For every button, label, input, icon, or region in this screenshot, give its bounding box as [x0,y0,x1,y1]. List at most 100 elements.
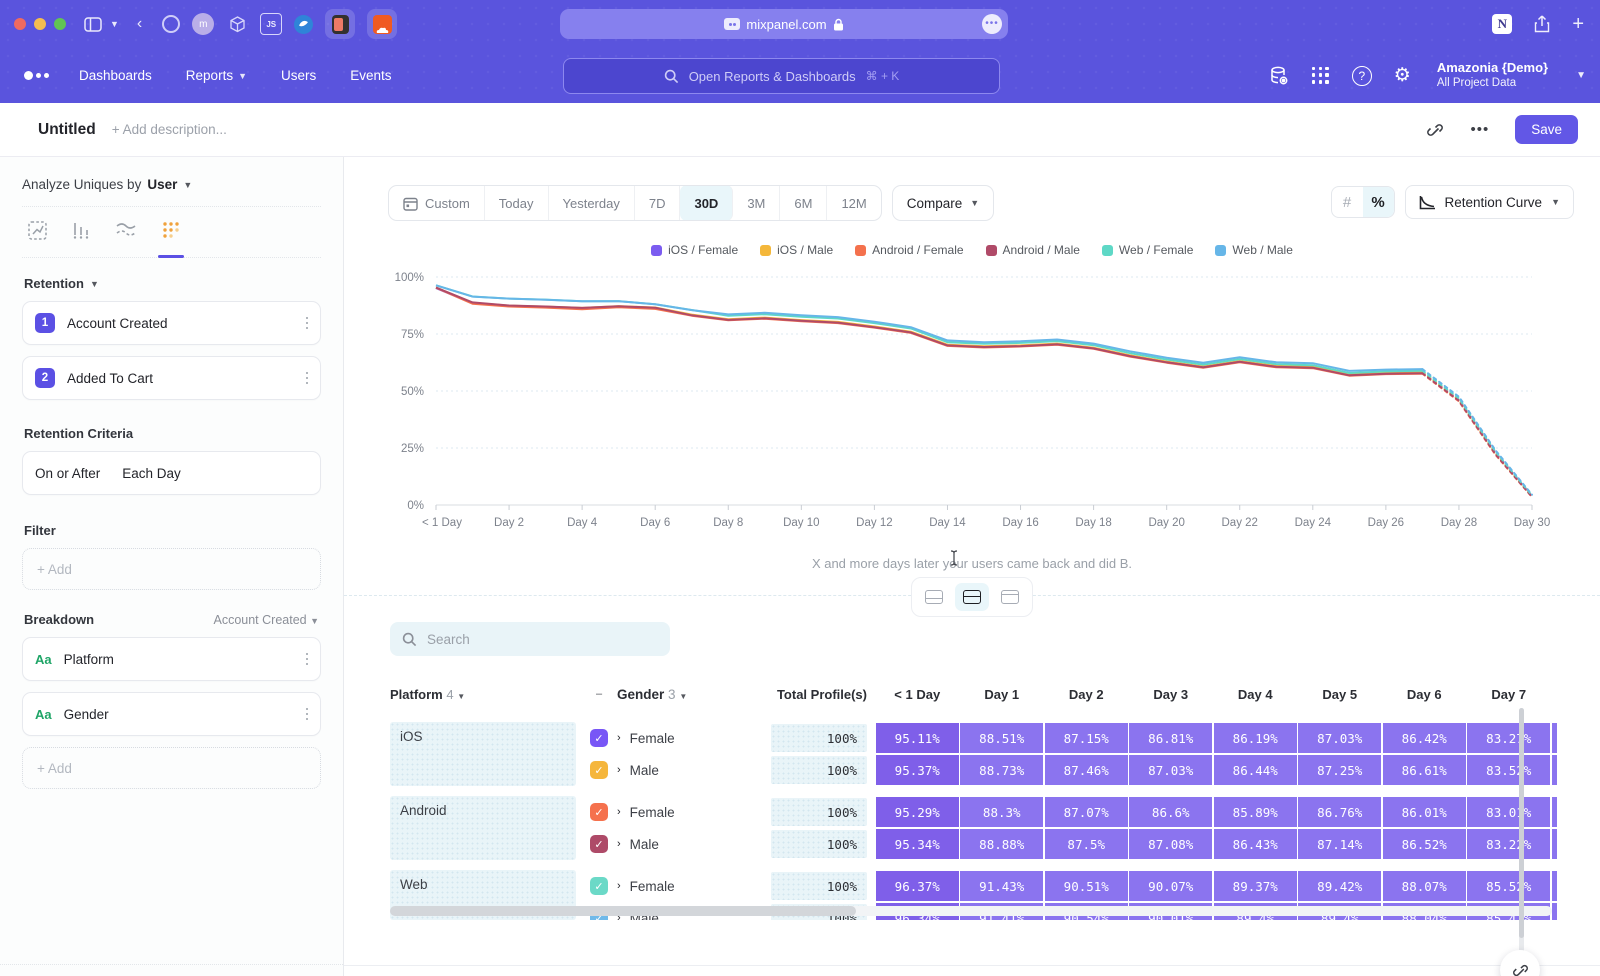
retention-value-cell[interactable]: 83.01% [1467,797,1550,827]
retention-value-cell[interactable]: 88.3% [960,797,1043,827]
vertical-scrollbar[interactable] [1519,708,1524,976]
help-icon[interactable]: ? [1352,66,1372,86]
retention-value-cell[interactable]: 95.11% [876,723,959,753]
retention-value-cell[interactable]: 87.15% [1045,723,1128,753]
retention-value-cell[interactable]: 87.08% [1129,829,1212,859]
table-only-toggle[interactable] [993,583,1027,611]
date-range-yesterday[interactable]: Yesterday [549,185,635,221]
save-button[interactable]: Save [1515,115,1578,144]
retention-value-cell[interactable]: 88.73% [960,755,1043,785]
retention-value-cell[interactable]: 87.25% [1298,755,1381,785]
legend-item[interactable]: iOS / Female [651,243,738,257]
analyze-uniques-row[interactable]: Analyze Uniques by User ▼ [22,157,321,207]
copy-link-icon[interactable] [1426,121,1444,139]
date-range-6m[interactable]: 6M [780,185,827,221]
window-controls[interactable] [14,18,66,30]
tab-funnels[interactable] [73,221,90,257]
site-settings-icon[interactable]: ••• [982,14,1002,34]
retention-value-cell[interactable]: 83.27% [1467,723,1550,753]
expand-chevron-icon[interactable]: › [617,732,621,744]
new-tab-icon[interactable]: + [1572,13,1584,36]
chart-only-toggle[interactable] [917,583,951,611]
series-checkbox[interactable]: ✓ [590,877,608,895]
retention-value-cell[interactable]: 87.07% [1045,797,1128,827]
extension-cloud-icon[interactable] [367,9,397,39]
chart-type-selector[interactable]: Retention Curve ▼ [1405,185,1574,219]
retention-value-cell[interactable]: 88.51% [960,723,1043,753]
notion-extension-icon[interactable]: N [1492,14,1512,34]
absolute-values-button[interactable]: # [1332,187,1363,217]
retention-value-cell[interactable]: 89.37% [1214,871,1297,901]
kebab-menu-icon[interactable] [306,369,309,387]
breakdown-scope-selector[interactable]: Account Created ▼ [213,613,319,627]
criteria-each-day[interactable]: Each Day [122,466,181,481]
zoom-window-button[interactable] [54,18,66,30]
retention-section-label[interactable]: Retention ▼ [24,276,319,291]
kebab-menu-icon[interactable] [306,314,309,332]
retention-step-card[interactable]: 1Account Created [22,301,321,345]
filter-add-button[interactable]: + Add [22,548,321,590]
retention-value-cell[interactable]: 86.76% [1298,797,1381,827]
legend-item[interactable]: iOS / Male [760,243,833,257]
percent-values-button[interactable]: % [1363,187,1394,217]
legend-item[interactable]: Android / Female [855,243,963,257]
extension-ring-icon[interactable] [162,15,180,33]
date-range-3m[interactable]: 3M [733,185,780,221]
breakdown-add-button[interactable]: + Add [22,747,321,789]
series-checkbox[interactable]: ✓ [590,803,608,821]
series-checkbox[interactable]: ✓ [590,835,608,853]
global-search-button[interactable]: Open Reports & Dashboards ⌘ + K [563,58,1000,94]
retention-value-cell[interactable]: 86.43% [1214,829,1297,859]
nav-item-users[interactable]: Users [281,68,316,83]
data-management-icon[interactable] [1268,65,1290,87]
tab-insights[interactable] [28,221,47,257]
legend-item[interactable]: Web / Male [1215,243,1292,257]
indeterminate-checkbox-icon[interactable]: – [590,685,608,703]
retention-value-cell[interactable]: 87.03% [1298,723,1381,753]
series-checkbox[interactable]: ✓ [590,729,608,747]
kebab-menu-icon[interactable] [306,705,309,723]
breakdown-property-card[interactable]: AaPlatform [22,637,321,681]
retention-value-cell[interactable]: 83.22% [1467,829,1550,859]
retention-value-cell[interactable]: 87.03% [1129,755,1212,785]
nav-item-reports[interactable]: Reports▼ [186,68,247,83]
column-header-day2[interactable]: Day 2 [1044,687,1129,702]
retention-value-cell[interactable]: 86.19% [1214,723,1297,753]
extension-red-icon[interactable] [325,9,355,39]
legend-item[interactable]: Android / Male [986,243,1080,257]
retention-value-cell[interactable]: 87.46% [1045,755,1128,785]
series-checkbox[interactable]: ✓ [590,761,608,779]
breakdown-property-card[interactable]: AaGender [22,692,321,736]
back-icon[interactable]: ‹ [137,15,142,33]
minimize-window-button[interactable] [34,18,46,30]
settings-gear-icon[interactable]: ⚙ [1394,64,1411,87]
report-title[interactable]: Untitled [38,121,96,139]
expand-chevron-icon[interactable]: › [617,880,621,892]
column-header-day3[interactable]: Day 3 [1129,687,1214,702]
date-range-12m[interactable]: 12M [827,185,880,221]
mixpanel-logo[interactable] [24,71,49,80]
retention-value-cell[interactable]: 90.07% [1129,871,1212,901]
retention-value-cell[interactable]: 95.37% [876,755,959,785]
retention-value-cell[interactable]: 86.42% [1383,723,1466,753]
share-icon[interactable] [1534,15,1550,33]
column-header-day7[interactable]: Day 7 [1467,687,1552,702]
column-header-day4[interactable]: Day 4 [1213,687,1298,702]
retention-value-cell[interactable]: 86.6% [1129,797,1212,827]
project-switcher[interactable]: Amazonia {Demo} All Project Data [1437,60,1548,91]
column-header-platform[interactable]: Platform 4 ▼ [390,687,576,702]
platform-cell[interactable]: Android [390,796,576,860]
close-window-button[interactable] [14,18,26,30]
horizontal-scrollbar[interactable] [390,906,1552,916]
tab-flows[interactable] [116,221,136,257]
expand-chevron-icon[interactable]: › [617,838,621,850]
retention-value-cell[interactable]: 95.29% [876,797,959,827]
address-bar[interactable]: mixpanel.com ••• [560,9,1008,39]
retention-step-card[interactable]: 2Added To Cart [22,356,321,400]
retention-value-cell[interactable]: 95.34% [876,829,959,859]
retention-value-cell[interactable]: 86.61% [1383,755,1466,785]
date-range-30d[interactable]: 30D [680,185,733,221]
retention-criteria-card[interactable]: On or After Each Day [22,451,321,495]
platform-cell[interactable]: iOS [390,722,576,786]
retention-value-cell[interactable]: 86.44% [1214,755,1297,785]
